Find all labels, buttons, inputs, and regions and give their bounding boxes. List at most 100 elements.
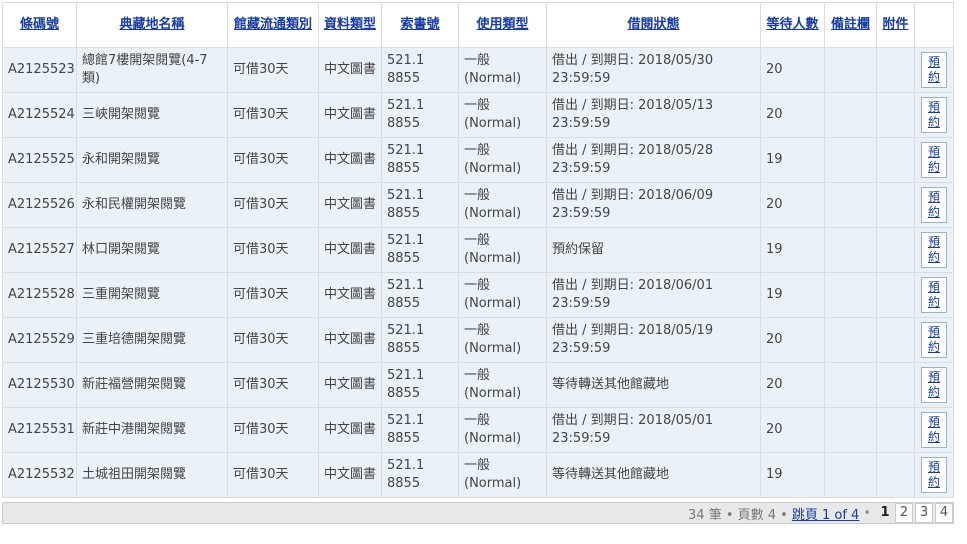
cell-material-type: 中文圖書 [319,138,382,183]
cell-status: 借出 / 到期日: 2018/05/19 23:59:59 [547,318,761,363]
cell-action: 預約 [915,93,954,138]
pager-page-3[interactable]: 3 [915,503,933,523]
cell-location: 新莊中港開架閱覽 [77,408,228,453]
cell-circulation: 可借30天 [228,453,319,498]
table-row: A2125525 永和開架閱覽 可借30天 中文圖書 521.1 8855 一般 (Nor… [2,138,954,183]
cell-status: 借出 / 到期日: 2018/05/13 23:59:59 [547,93,761,138]
cell-waiting: 20 [761,93,825,138]
pager-page-2[interactable]: 2 [895,503,913,523]
cell-barcode: A2125529 [2,318,77,363]
cell-material-type: 中文圖書 [319,183,382,228]
cell-attachment [877,183,915,228]
reserve-button[interactable]: 預約 [921,97,947,133]
cell-material-type: 中文圖書 [319,93,382,138]
reserve-button[interactable]: 預約 [921,187,947,223]
cell-attachment [877,318,915,363]
cell-status: 借出 / 到期日: 2018/06/09 23:59:59 [547,183,761,228]
cell-attachment [877,408,915,453]
cell-usage-type: 一般 (Normal) [459,228,547,273]
reserve-button[interactable]: 預約 [921,277,947,313]
header-barcode[interactable]: 條碼號 [2,2,77,48]
cell-material-type: 中文圖書 [319,408,382,453]
reserve-button[interactable]: 預約 [921,457,947,493]
cell-action: 預約 [915,273,954,318]
header-attachment[interactable]: 附件 [877,2,915,48]
cell-action: 預約 [915,138,954,183]
cell-usage-type: 一般 (Normal) [459,408,547,453]
cell-circulation: 可借30天 [228,93,319,138]
cell-waiting: 20 [761,363,825,408]
cell-location: 三重培德開架閱覽 [77,318,228,363]
reserve-button[interactable]: 預約 [921,322,947,358]
cell-circulation: 可借30天 [228,408,319,453]
header-material-type[interactable]: 資料類型 [319,2,382,48]
header-status[interactable]: 借閱狀態 [547,2,761,48]
cell-location: 總館7樓開架閱覽(4-7類) [77,48,228,93]
cell-attachment [877,273,915,318]
pager-jump-link[interactable]: 跳頁 1 of 4 [792,504,859,523]
cell-notes [825,228,877,273]
reserve-button[interactable]: 預約 [921,232,947,268]
cell-usage-type: 一般 (Normal) [459,318,547,363]
cell-status: 等待轉送其他館藏地 [547,363,761,408]
cell-material-type: 中文圖書 [319,228,382,273]
cell-attachment [877,93,915,138]
header-circulation[interactable]: 館藏流通類別 [228,2,319,48]
cell-usage-type: 一般 (Normal) [459,363,547,408]
cell-barcode: A2125532 [2,453,77,498]
cell-action: 預約 [915,408,954,453]
reserve-button[interactable]: 預約 [921,367,947,403]
cell-circulation: 可借30天 [228,318,319,363]
cell-material-type: 中文圖書 [319,273,382,318]
cell-attachment [877,48,915,93]
cell-call-number: 521.1 8855 [382,93,459,138]
cell-barcode: A2125527 [2,228,77,273]
header-notes[interactable]: 備註欄 [825,2,877,48]
cell-action: 預約 [915,228,954,273]
cell-usage-type: 一般 (Normal) [459,48,547,93]
cell-barcode: A2125530 [2,363,77,408]
cell-location: 永和開架閱覽 [77,138,228,183]
cell-action: 預約 [915,48,954,93]
pager-page-1: 1 [880,505,890,520]
cell-status: 借出 / 到期日: 2018/05/01 23:59:59 [547,408,761,453]
cell-notes [825,318,877,363]
header-location[interactable]: 典藏地名稱 [77,2,228,48]
cell-material-type: 中文圖書 [319,453,382,498]
table-row: A2125529 三重培德開架閱覽 可借30天 中文圖書 521.1 8855 一般 (N… [2,318,954,363]
table-row: A2125530 新莊福營開架閱覽 可借30天 中文圖書 521.1 8855 一般 (N… [2,363,954,408]
table-row: A2125523 總館7樓開架閱覽(4-7類) 可借30天 中文圖書 521.1 885… [2,48,954,93]
cell-notes [825,183,877,228]
cell-location: 林口開架閱覽 [77,228,228,273]
cell-material-type: 中文圖書 [319,318,382,363]
cell-usage-type: 一般 (Normal) [459,138,547,183]
cell-location: 永和民權開架閱覽 [77,183,228,228]
cell-status: 借出 / 到期日: 2018/05/28 23:59:59 [547,138,761,183]
reserve-button[interactable]: 預約 [921,412,947,448]
table-header-row: 條碼號 典藏地名稱 館藏流通類別 資料類型 索書號 使用類型 借閱狀態 等待人數… [2,2,954,48]
header-call-number[interactable]: 索書號 [382,2,459,48]
pager-page-4[interactable]: 4 [935,503,953,523]
header-waiting[interactable]: 等待人數 [761,2,825,48]
cell-notes [825,453,877,498]
table-row: A2125527 林口開架閱覽 可借30天 中文圖書 521.1 8855 一般 (Nor… [2,228,954,273]
reserve-button[interactable]: 預約 [921,52,947,88]
cell-location: 土城祖田開架閱覽 [77,453,228,498]
header-usage-type[interactable]: 使用類型 [459,2,547,48]
header-action [915,2,954,48]
cell-call-number: 521.1 8855 [382,48,459,93]
cell-call-number: 521.1 8855 [382,138,459,183]
table-row: A2125526 永和民權開架閱覽 可借30天 中文圖書 521.1 8855 一般 (N… [2,183,954,228]
reserve-button[interactable]: 預約 [921,142,947,178]
cell-material-type: 中文圖書 [319,363,382,408]
cell-waiting: 19 [761,453,825,498]
cell-location: 三重開架閱覽 [77,273,228,318]
cell-barcode: A2125528 [2,273,77,318]
cell-action: 預約 [915,453,954,498]
pager-summary: 34 筆 • 頁數 4 • [688,507,788,523]
cell-usage-type: 一般 (Normal) [459,273,547,318]
cell-waiting: 20 [761,48,825,93]
cell-attachment [877,453,915,498]
pager-separator: • [863,505,871,521]
cell-usage-type: 一般 (Normal) [459,183,547,228]
